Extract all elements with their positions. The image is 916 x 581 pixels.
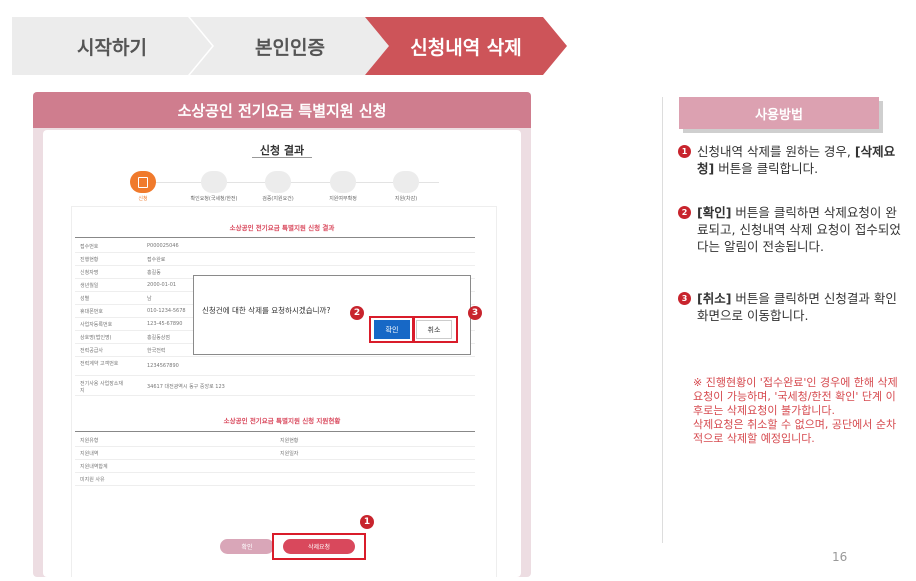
table-row: 전력계약 고객번호 1234567890	[75, 358, 475, 376]
row-key: 상호명(법인명)	[80, 335, 112, 341]
howto-title-text: 사용방법	[755, 107, 803, 123]
step-label: 지원(차감)	[394, 196, 418, 202]
app-header: 소상공인 전기요금 특별지원 신청	[33, 92, 531, 128]
breadcrumb-step-delete: 신청내역 삭제	[365, 17, 567, 75]
howto-item-3: 3 [취소] 버튼을 클릭하면 신청결과 확인 화면으로 이동합니다.	[678, 290, 904, 324]
support-row: 미지원 사유	[75, 474, 475, 486]
row-value: 남	[147, 296, 152, 302]
dialog-message: 신청건에 대한 삭제를 요청하시겠습니까?	[202, 306, 331, 315]
support-key: 지원내역합계	[80, 464, 108, 470]
vertical-divider	[662, 97, 663, 543]
table-top-border	[75, 237, 475, 238]
row-value: 34617 대전광역시 동구 중앙로 123	[147, 384, 225, 390]
delete-request-highlight	[272, 533, 366, 560]
row-value: 2000-01-01	[147, 282, 177, 288]
row-key: 전력공급사	[80, 348, 104, 354]
support-key: 지원일자	[280, 451, 299, 457]
howto-text: 버튼을 클릭합니다.	[714, 161, 819, 176]
row-key: 전력계약 고객번호	[80, 361, 119, 367]
support-key: 지원내역	[80, 451, 99, 457]
table-row: 진행현황 접수완료	[75, 254, 475, 266]
delete-confirm-dialog: 신청건에 대한 삭제를 요청하시겠습니까? 확인 취소	[193, 275, 471, 355]
howto-number: 3	[678, 292, 691, 305]
breadcrumb-label: 본인인증	[255, 36, 325, 59]
support-row: 지원유형 지원현황	[75, 435, 475, 447]
breadcrumb-label: 신청내역 삭제	[410, 36, 522, 59]
table-row: 전기사용 사업장소재지 34617 대전광역시 동구 중앙로 123	[75, 378, 475, 396]
step-active-icon	[130, 171, 156, 193]
howto-text: 신청내역 삭제를 원하는 경우,	[697, 144, 855, 159]
step-icon	[330, 171, 356, 193]
callout-1: 1	[360, 515, 374, 529]
cancel-highlight	[412, 316, 458, 343]
breadcrumb-step-start: 시작하기	[12, 17, 212, 75]
howto-note: ※ 진행현황이 '접수완료'인 경우에 한해 삭제요청이 가능하며, '국세청/…	[693, 376, 903, 446]
howto-item-2: 2 [확인] 버튼을 클릭하면 삭제요청이 완료되고, 신청내역 삭제 요청이 …	[678, 204, 904, 255]
row-value: 1234567890	[147, 363, 179, 369]
table-top-border	[75, 431, 475, 432]
row-value: P000025046	[147, 243, 179, 249]
howto-bold: [확인]	[697, 205, 732, 220]
step-icon	[201, 171, 227, 193]
card-title: 신청 결과	[259, 144, 305, 157]
howto-number: 2	[678, 206, 691, 219]
row-value: 010-1234-5678	[147, 308, 186, 314]
title-underline	[252, 157, 312, 158]
step-label: 지원여부확정	[329, 196, 357, 202]
support-key: 지원유형	[80, 438, 99, 444]
row-value: 홍길동상점	[147, 335, 171, 341]
confirm-highlight	[369, 316, 415, 343]
callout-2: 2	[350, 306, 364, 320]
breadcrumb-label: 시작하기	[77, 36, 147, 59]
section2-title: 소상공인 전기요금 특별지원 신청 지원현황	[223, 417, 341, 425]
row-key: 휴대폰번호	[80, 309, 104, 315]
row-key: 접수번호	[80, 244, 99, 250]
row-key: 성별	[80, 296, 90, 302]
table-row: 접수번호 P000025046	[75, 241, 475, 253]
breadcrumb-step-auth: 본인인증	[190, 17, 390, 75]
howto-number: 1	[678, 145, 691, 158]
page-number: 16	[832, 550, 848, 564]
support-key: 지원현황	[280, 438, 299, 444]
step-icon	[393, 171, 419, 193]
app-header-title: 소상공인 전기요금 특별지원 신청	[177, 101, 387, 120]
row-key: 사업자등록번호	[80, 322, 113, 328]
note-line-1: ※ 진행현황이 '접수완료'인 경우에 한해 삭제요청이 가능하며, '국세청/…	[693, 376, 898, 417]
support-row: 지원내역 지원일자	[75, 448, 475, 460]
application-screenshot: 소상공인 전기요금 특별지원 신청 신청 결과 신청 확인요청(국세청/한전) …	[33, 92, 531, 577]
row-value: 접수완료	[147, 257, 166, 263]
howto-item-1: 1 신청내역 삭제를 원하는 경우, [삭제요청] 버튼을 클릭합니다.	[678, 143, 904, 177]
step-label: 신청	[138, 196, 148, 202]
callout-3: 3	[468, 306, 482, 320]
howto-bold: [취소]	[697, 291, 732, 306]
step-icon	[265, 171, 291, 193]
row-key: 신청자명	[80, 270, 99, 276]
row-key: 전기사용 사업장소재지	[80, 381, 123, 394]
step-label: 확인요청(국세청/한전)	[190, 196, 238, 202]
support-row: 지원내역합계	[75, 461, 475, 473]
row-key: 생년월일	[80, 283, 99, 289]
howto-title: 사용방법	[679, 97, 879, 129]
row-key: 진행현황	[80, 257, 99, 263]
bottom-confirm-button[interactable]: 확인	[220, 539, 274, 554]
support-key: 미지원 사유	[80, 477, 105, 483]
step-label: 검증(지원요건)	[262, 196, 294, 202]
row-value: 123-45-67890	[147, 321, 183, 327]
row-value: 홍길동	[147, 270, 161, 276]
row-value: 한국전력	[147, 348, 166, 354]
note-line-2: 삭제요청은 취소할 수 없으며, 공단에서 순차적으로 삭제할 예정입니다.	[693, 418, 897, 445]
section1-title: 소상공인 전기요금 특별지원 신청 결과	[229, 224, 335, 232]
